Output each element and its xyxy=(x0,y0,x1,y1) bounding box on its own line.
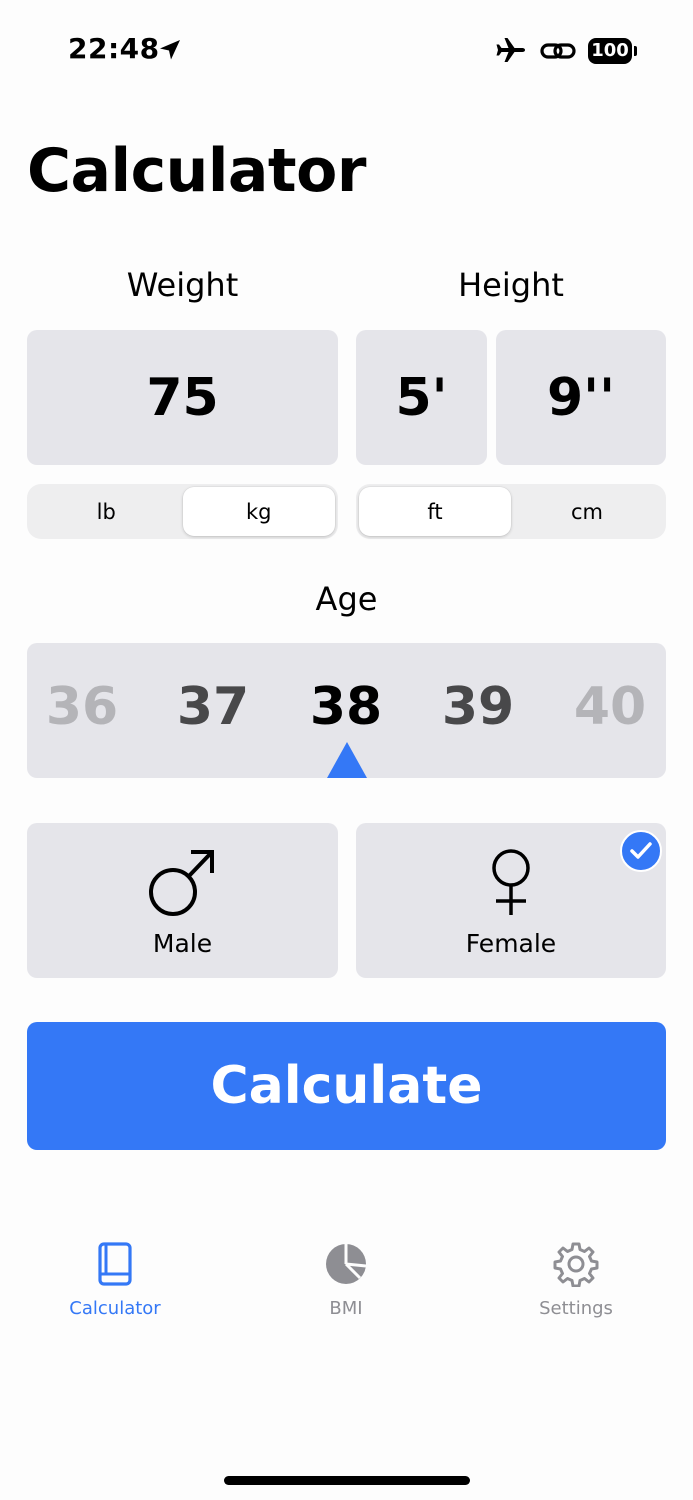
gender-female-card[interactable]: Female xyxy=(356,823,666,978)
age-picker[interactable]: 36 37 38 39 40 xyxy=(27,643,666,778)
airplane-icon xyxy=(495,36,527,68)
age-label: Age xyxy=(315,580,378,618)
tab-bmi-label: BMI xyxy=(329,1298,363,1319)
age-option-selected[interactable]: 38 xyxy=(291,677,401,737)
battery-indicator: 100 xyxy=(588,38,632,64)
height-label: Height xyxy=(458,266,564,304)
weight-value: 75 xyxy=(146,367,219,428)
tab-bar: Calculator BMI Settings xyxy=(0,1240,693,1340)
page-title: Calculator xyxy=(27,136,366,206)
height-inches-value: 9'' xyxy=(546,367,616,428)
height-feet-value: 5' xyxy=(395,367,448,428)
tab-calculator[interactable]: Calculator xyxy=(35,1240,195,1319)
height-unit-ft[interactable]: ft xyxy=(359,487,511,536)
weight-value-field[interactable]: 75 xyxy=(27,330,338,465)
age-option[interactable]: 37 xyxy=(158,677,268,737)
weight-label: Weight xyxy=(126,266,239,304)
gender-male-label: Male xyxy=(152,929,213,958)
height-unit-cm[interactable]: cm xyxy=(511,487,663,536)
female-symbol-icon xyxy=(489,849,533,923)
link-icon xyxy=(540,38,576,68)
checkmark-icon xyxy=(620,830,662,872)
height-feet-field[interactable]: 5' xyxy=(356,330,487,465)
gender-male-card[interactable]: Male xyxy=(27,823,338,978)
status-bar: 22:48 100 xyxy=(0,0,693,100)
weight-unit-lb[interactable]: lb xyxy=(30,487,183,536)
weight-unit-kg[interactable]: kg xyxy=(182,487,335,536)
age-option[interactable]: 36 xyxy=(27,677,137,737)
tab-settings-label: Settings xyxy=(539,1298,613,1319)
age-option[interactable]: 40 xyxy=(555,677,665,737)
male-symbol-icon xyxy=(147,847,219,921)
location-arrow-icon xyxy=(158,38,182,66)
age-option[interactable]: 39 xyxy=(423,677,533,737)
tab-calculator-label: Calculator xyxy=(69,1298,161,1319)
gender-female-label: Female xyxy=(465,929,557,958)
pie-chart-icon xyxy=(266,1240,426,1288)
home-indicator[interactable] xyxy=(224,1476,470,1485)
tab-settings[interactable]: Settings xyxy=(496,1240,656,1319)
calculate-button[interactable]: Calculate xyxy=(27,1022,666,1150)
age-selection-marker xyxy=(327,742,367,778)
height-inches-field[interactable]: 9'' xyxy=(496,330,666,465)
height-unit-selector[interactable]: ft cm xyxy=(356,484,666,539)
book-icon xyxy=(35,1240,195,1288)
battery-cap xyxy=(634,46,637,56)
status-time: 22:48 xyxy=(68,32,160,65)
weight-unit-selector[interactable]: lb kg xyxy=(27,484,338,539)
tab-bmi[interactable]: BMI xyxy=(266,1240,426,1319)
gear-icon xyxy=(496,1240,656,1288)
